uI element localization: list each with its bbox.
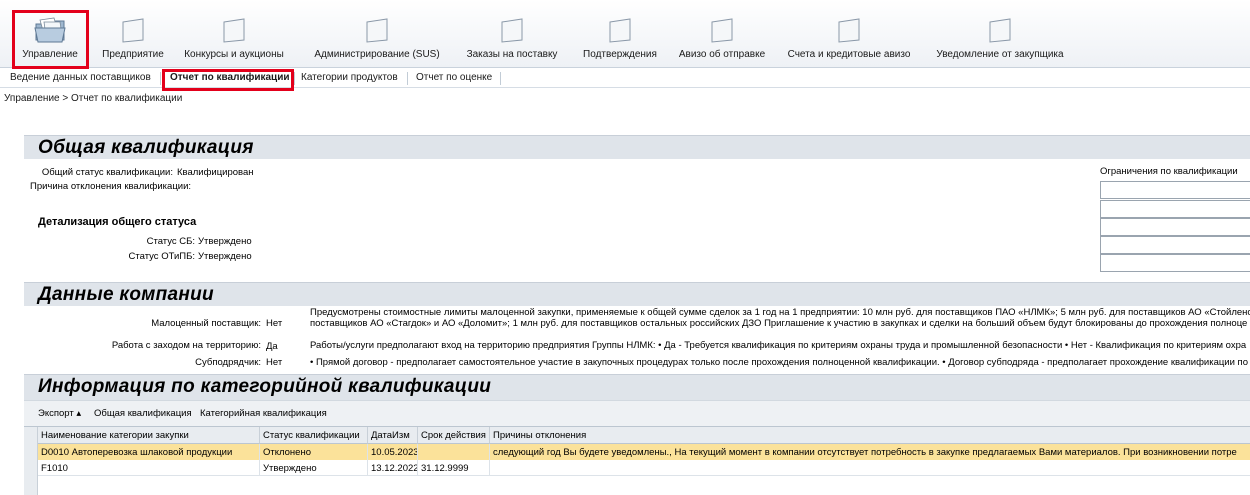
section-general-qualification: Общая квалификация bbox=[24, 135, 1250, 159]
nav-shipping-notice[interactable]: Авизо об отправке bbox=[676, 16, 768, 66]
nav-administration[interactable]: Администрирование (SUS) bbox=[311, 16, 443, 66]
nav-label: Администрирование (SUS) bbox=[314, 49, 440, 60]
tab-product-categories[interactable]: Категории продуктов bbox=[301, 72, 398, 83]
cell-date: 10.05.2023 bbox=[368, 444, 418, 460]
subcontractor-text: • Прямой договор - предполагает самостоя… bbox=[310, 357, 1248, 368]
column-header-name[interactable]: Наименование категории закупки bbox=[38, 427, 260, 444]
general-qualification-button[interactable]: Общая квалификация bbox=[94, 408, 192, 419]
nav-enterprise[interactable]: Предприятие bbox=[100, 16, 166, 66]
category-qualification-button[interactable]: Категорийная квалификация bbox=[200, 408, 327, 419]
column-header-date[interactable]: ДатаИзм bbox=[368, 427, 418, 444]
tab-separator bbox=[294, 72, 295, 85]
top-navigation: Управление Предприятие Конкурсы и аукцио… bbox=[0, 0, 1250, 68]
sb-status-value: Утверждено bbox=[198, 236, 252, 247]
folder-icon bbox=[711, 18, 733, 43]
tab-evaluation-report[interactable]: Отчет по оценке bbox=[416, 72, 492, 83]
table-row[interactable]: D0010 Автоперевозка шлаковой продукции О… bbox=[38, 444, 1250, 460]
highlight-frame bbox=[162, 69, 294, 91]
app-window: Управление Предприятие Конкурсы и аукцио… bbox=[0, 0, 1250, 495]
otipb-status-label: Статус ОТиПБ: bbox=[128, 251, 195, 262]
cell-name: D0010 Автоперевозка шлаковой продукции bbox=[38, 444, 260, 460]
nav-label: Заказы на поставку bbox=[466, 49, 558, 60]
detail-title: Детализация общего статуса bbox=[38, 216, 197, 228]
territory-label: Работа с заходом на территорию: bbox=[111, 340, 261, 351]
row-selector-column bbox=[24, 427, 38, 495]
otipb-status-value: Утверждено bbox=[198, 251, 252, 262]
small-supplier-value: Нет bbox=[266, 318, 283, 329]
limit-field[interactable] bbox=[1100, 218, 1250, 236]
nav-label: Предприятие bbox=[102, 49, 164, 60]
section-company-data: Данные компании bbox=[24, 282, 1250, 306]
subcontractor-value: Нет bbox=[266, 357, 283, 368]
category-table: Наименование категории закупки Статус кв… bbox=[24, 426, 1250, 495]
section-title: Информация по категорийной квалификации bbox=[38, 376, 492, 397]
cell-name: F1010 bbox=[38, 460, 260, 476]
limit-field[interactable] bbox=[1100, 200, 1250, 218]
cell-date: 13.12.2022 bbox=[368, 460, 418, 476]
highlight-frame bbox=[12, 10, 89, 69]
nav-label: Авизо об отправке bbox=[678, 49, 766, 60]
nav-label: Конкурсы и аукционы bbox=[184, 49, 284, 60]
limits-title: Ограничения по квалификации bbox=[1100, 166, 1238, 177]
tab-separator bbox=[160, 72, 161, 85]
subcontractor-label: Субподрядчик: bbox=[195, 357, 261, 368]
nav-invoices[interactable]: Счета и кредитовые авизо bbox=[784, 16, 914, 66]
cell-reasons: следующий год Вы будете уведомлены., На … bbox=[493, 447, 1237, 458]
folder-icon bbox=[501, 18, 523, 43]
folder-icon bbox=[609, 18, 631, 43]
overall-status-label: Общий статус квалификации: bbox=[41, 167, 173, 178]
nav-label: Счета и кредитовые авизо bbox=[787, 49, 911, 60]
breadcrumb[interactable]: Управление > Отчет по квалификации bbox=[4, 93, 182, 104]
cell-validity: 31.12.9999 bbox=[418, 460, 490, 476]
cell-validity bbox=[418, 444, 490, 460]
folder-icon bbox=[223, 18, 245, 43]
reject-reason-label: Причина отклонения квалификации: bbox=[30, 181, 192, 192]
limit-field[interactable] bbox=[1100, 254, 1250, 272]
nav-tenders[interactable]: Конкурсы и аукционы bbox=[174, 16, 294, 66]
column-header-status[interactable]: Статус квалификации bbox=[260, 427, 368, 444]
section-category-qualification: Информация по категорийной квалификации bbox=[24, 374, 1250, 400]
tab-separator bbox=[407, 72, 408, 85]
section-title: Общая квалификация bbox=[38, 137, 254, 158]
cell-status: Утверждено bbox=[260, 460, 368, 476]
territory-text: Работы/услуги предполагают вход на терри… bbox=[310, 340, 1247, 351]
cell-reasons bbox=[490, 460, 1250, 476]
territory-value: Да bbox=[266, 341, 278, 352]
limit-field[interactable] bbox=[1100, 181, 1250, 199]
table-toolbar: Экспорт ▴ Общая квалификация Категорийна… bbox=[24, 400, 1250, 426]
tab-supplier-data[interactable]: Ведение данных поставщиков bbox=[10, 72, 151, 83]
column-header-reasons[interactable]: Причины отклонения bbox=[490, 427, 1250, 444]
folder-icon bbox=[122, 18, 144, 43]
folder-icon bbox=[838, 18, 860, 43]
sb-status-label: Статус СБ: bbox=[146, 236, 195, 247]
small-supplier-text: поставщиков АО «Стагдок» и АО «Доломит»;… bbox=[310, 318, 1248, 329]
limit-field[interactable] bbox=[1100, 236, 1250, 254]
small-supplier-label: Малоценный поставщик: bbox=[151, 318, 261, 329]
nav-buyer-notice[interactable]: Уведомление от закупщика bbox=[928, 16, 1072, 66]
nav-purchase-orders[interactable]: Заказы на поставку bbox=[462, 16, 562, 66]
export-button[interactable]: Экспорт ▴ bbox=[38, 408, 81, 419]
nav-confirmations[interactable]: Подтверждения bbox=[580, 16, 660, 66]
nav-label: Уведомление от закупщика bbox=[936, 49, 1064, 60]
nav-label: Подтверждения bbox=[583, 49, 657, 60]
table-row[interactable]: F1010 Утверждено 13.12.2022 31.12.9999 bbox=[38, 460, 1250, 476]
column-header-validity[interactable]: Срок действия bbox=[418, 427, 490, 444]
folder-icon bbox=[989, 18, 1011, 43]
small-supplier-text: Предусмотрены стоимостные лимиты малоцен… bbox=[310, 307, 1250, 318]
cell-status: Отклонено bbox=[260, 444, 368, 460]
folder-icon bbox=[366, 18, 388, 43]
overall-status-value: Квалифицирован bbox=[177, 167, 254, 178]
tab-separator bbox=[500, 72, 501, 85]
section-title: Данные компании bbox=[38, 284, 214, 305]
